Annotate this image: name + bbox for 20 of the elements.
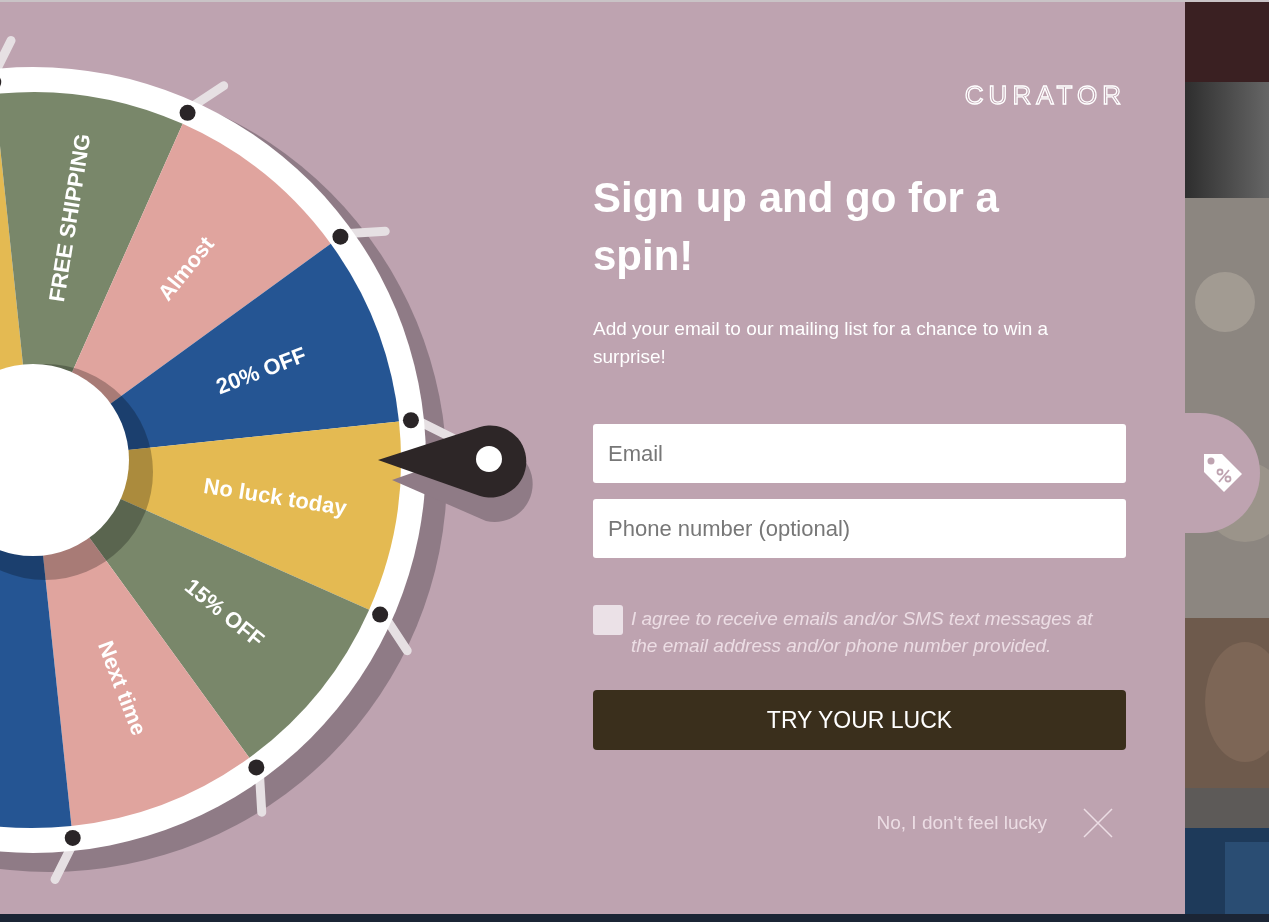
wheel-label: FREE SHIPPING: [44, 131, 96, 304]
consent-text: I agree to receive emails and/or SMS text messages at the email address and/or phone number provided.: [631, 607, 1094, 658]
subtitle: Add your email to our mailing list for a chance to win a surprise!: [593, 317, 1050, 369]
peg-dot: [248, 759, 265, 776]
wheel-label: No luck today: [202, 473, 349, 521]
try-luck-button[interactable]: TRY YOUR LUCK: [593, 690, 1126, 750]
wheel-label: Next time: [92, 637, 152, 739]
wheel-label: 15% OFF: [180, 573, 269, 653]
headline: Sign up and go for a spin!: [593, 173, 1000, 281]
peg-dot: [372, 606, 389, 623]
close-icon[interactable]: [1083, 808, 1113, 838]
peg-dot: [332, 228, 349, 245]
wheel-label: 20% OFF: [212, 342, 310, 400]
input-field[interactable]: Email: [593, 424, 1126, 483]
consent-checkbox[interactable]: [593, 605, 623, 635]
peg-dot: [64, 829, 81, 846]
peg-dot: [402, 412, 419, 429]
brand-logo: CURATOR: [964, 80, 1126, 111]
peg-dot: [179, 104, 196, 121]
input-field[interactable]: Phone number (optional): [593, 499, 1126, 558]
